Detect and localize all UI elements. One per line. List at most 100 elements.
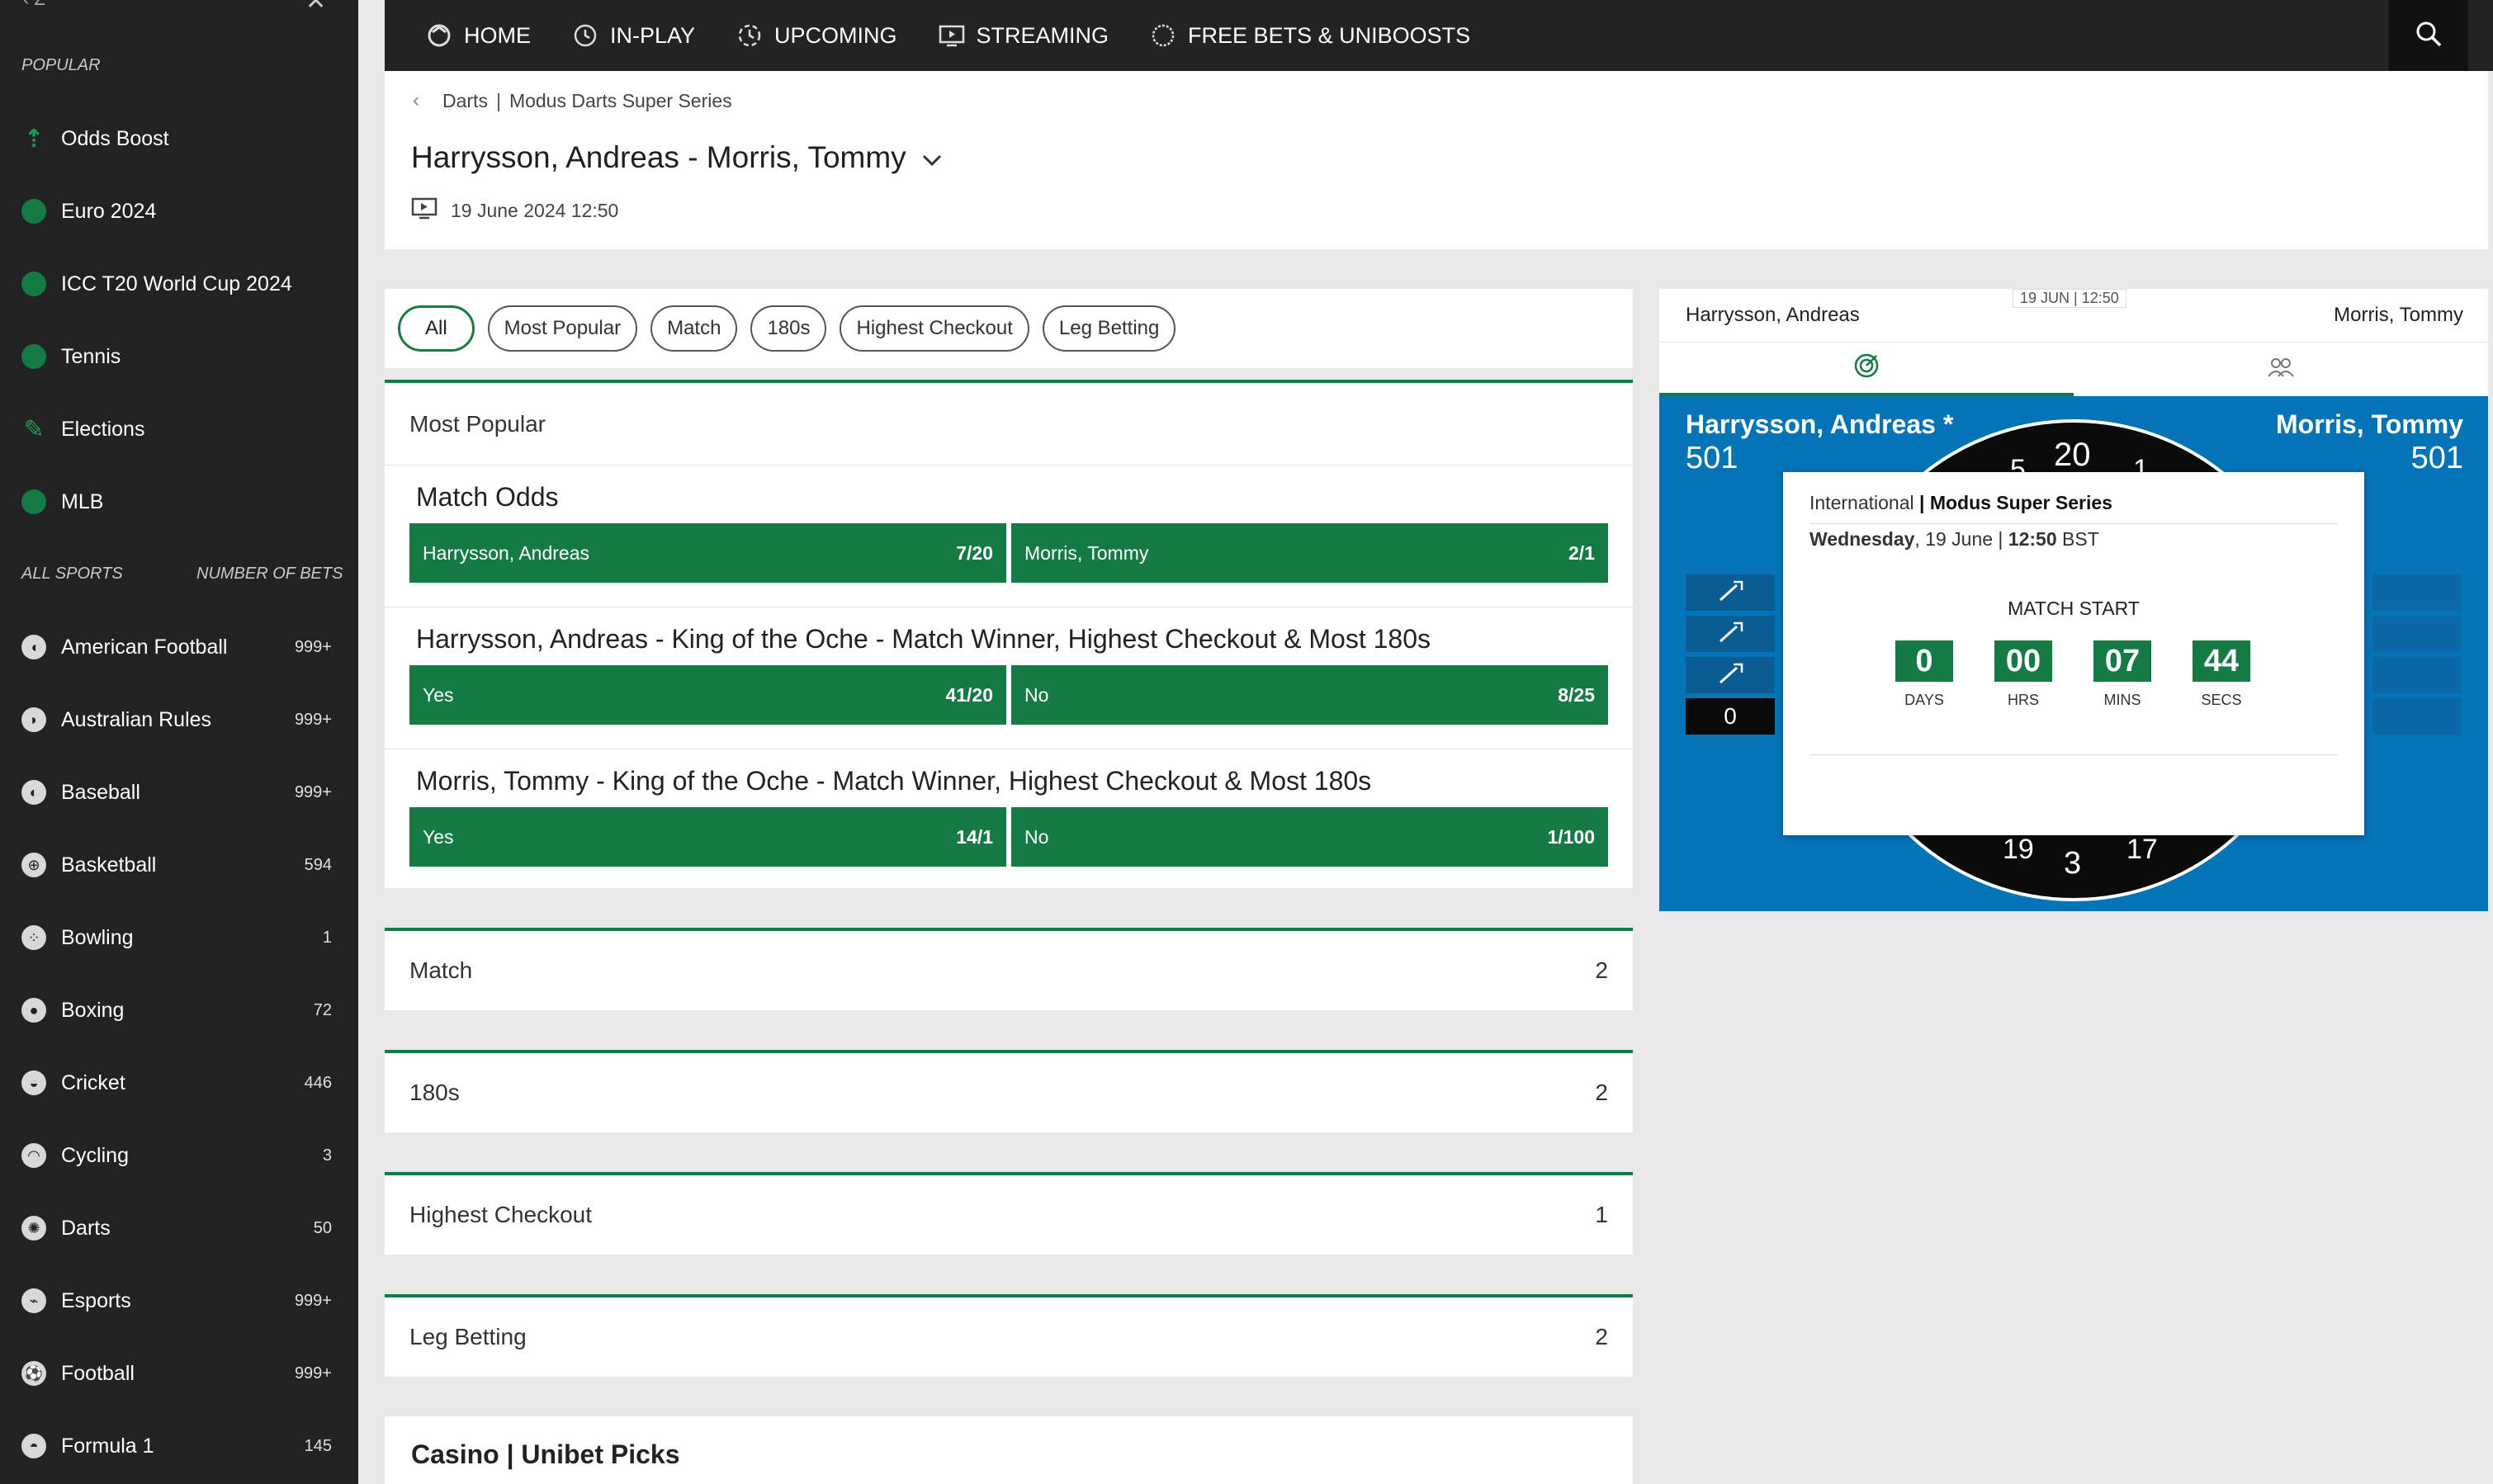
popular-heading: POPULAR	[21, 56, 101, 74]
search-icon	[2414, 19, 2443, 53]
sidebar-item-tennis[interactable]: Tennis	[0, 320, 358, 393]
dartboard-icon: ✺	[21, 1216, 46, 1241]
filter-leg-betting[interactable]: Leg Betting	[1042, 305, 1176, 352]
sidebar-item-esports[interactable]: ⌁ Esports 999+	[0, 1264, 358, 1337]
football-ball-icon: ⚽	[21, 1361, 46, 1386]
sidebar-item-australian-rules[interactable]: ◗ Australian Rules 999+	[0, 683, 358, 756]
odds-button[interactable]: Harrysson, Andreas 7/20	[409, 523, 1006, 583]
match-start-heading: MATCH START	[2008, 598, 2140, 619]
tab-head-to-head[interactable]	[2074, 343, 2488, 396]
match-date: 19 June 2024 12:50	[411, 196, 618, 224]
cricket-icon	[21, 272, 46, 296]
popular-list: ⇡ Odds Boost Euro 2024 ICC T20 World Cup…	[0, 102, 358, 538]
most-popular-heading[interactable]: Most Popular	[385, 383, 1633, 466]
all-sports-heading: ALL SPORTS	[21, 565, 123, 583]
sidebar-item-elections[interactable]: ✎ Elections	[0, 393, 358, 466]
streaming-icon	[939, 22, 965, 49]
sidebar-item-odds-boost[interactable]: ⇡ Odds Boost	[0, 102, 358, 175]
casino-picks-heading: Casino | Unibet Picks	[385, 1416, 1633, 1484]
nav-home[interactable]: HOME	[426, 22, 531, 49]
sidebar-item-basketball[interactable]: ⊕ Basketball 594	[0, 829, 358, 901]
gamepad-icon: ⌁	[21, 1288, 46, 1313]
breadcrumb: ‹ Darts | Modus Darts Super Series	[413, 89, 732, 112]
odds-button[interactable]: No 1/100	[1011, 807, 1608, 867]
sidebar-item-cycling[interactable]: ◠ Cycling 3	[0, 1119, 358, 1192]
countdown-datetime: Wednesday, 19 June | 12:50 BST	[1809, 528, 2099, 550]
tv-icon	[411, 196, 438, 224]
sidebar-item-bowling[interactable]: ⁘ Bowling 1	[0, 901, 358, 974]
dart-throw-slot	[1686, 657, 1775, 693]
dart-icon	[1715, 661, 1745, 690]
elections-icon: ✎	[23, 415, 45, 443]
filter-highest-checkout[interactable]: Highest Checkout	[840, 305, 1029, 352]
all-sports-list: ◖ American Football 999+ ◗ Australian Ru…	[0, 611, 358, 1482]
odds-button[interactable]: Yes 14/1	[409, 807, 1006, 867]
sidebar-item-baseball[interactable]: ◐ Baseball 999+	[0, 756, 358, 829]
match-selector[interactable]: Harrysson, Andreas - Morris, Tommy	[411, 140, 943, 175]
odds-button[interactable]: No 8/25	[1011, 665, 1608, 725]
baseball-icon: ◐	[21, 780, 46, 805]
most-popular-section: Most Popular Match Odds Harrysson, Andre…	[385, 380, 1633, 888]
home-icon	[426, 22, 452, 49]
divider	[1809, 523, 2338, 524]
players-icon	[2266, 355, 2296, 384]
nav-upcoming[interactable]: UPCOMING	[736, 22, 897, 49]
sidebar: ‹ Z ✕ POPULAR ⇡ Odds Boost Euro 2024 ICC…	[0, 0, 358, 1484]
countdown-minutes: 07 MINS	[2093, 640, 2151, 709]
chevron-down-icon	[921, 140, 943, 175]
clock-icon	[572, 22, 598, 49]
dart-throw-slot	[1686, 616, 1775, 652]
odds-boost-arrow-icon: ⇡	[23, 125, 45, 153]
nav-free-bets[interactable]: FREE BETS & UNIBOOSTS	[1150, 22, 1470, 49]
scoreboard-header: Harrysson, Andreas 19 JUN | 12:50 Morris…	[1659, 289, 2488, 396]
event-header: ‹ Darts | Modus Darts Super Series Harry…	[385, 71, 2488, 249]
sidebar-item-american-football[interactable]: ◖ American Football 999+	[0, 611, 358, 683]
sidebar-item-euro-2024[interactable]: Euro 2024	[0, 175, 358, 248]
tab-scoreboard[interactable]	[1659, 343, 2074, 396]
odds-button[interactable]: Morris, Tommy 2/1	[1011, 523, 1608, 583]
nav-in-play[interactable]: IN-PLAY	[572, 22, 695, 49]
dart-throw-slot	[1686, 574, 1775, 611]
breadcrumb-league[interactable]: Modus Darts Super Series	[509, 90, 732, 112]
right-throw-slot	[2372, 574, 2462, 611]
board-player-left-score: 501	[1686, 441, 1738, 475]
filter-most-popular[interactable]: Most Popular	[487, 305, 638, 352]
scoreboard-player-left: Harrysson, Andreas	[1686, 304, 1860, 326]
search-button[interactable]	[2389, 0, 2468, 71]
board-number: 20	[2054, 437, 2091, 473]
cricket-ball-icon: ◒	[21, 1070, 46, 1095]
market-title: Morris, Tommy - King of the Oche - Match…	[416, 766, 1372, 796]
sidebar-item-mlb[interactable]: MLB	[0, 466, 358, 538]
baseball-icon	[21, 489, 46, 514]
target-icon	[1852, 352, 1880, 384]
filter-180s[interactable]: 180s	[750, 305, 827, 352]
page-title: Harrysson, Andreas - Morris, Tommy	[411, 140, 906, 174]
bowling-icon: ⁘	[21, 925, 46, 950]
match-start-countdown: International | Modus Super Series Wedne…	[1783, 472, 2364, 835]
board-number: 19	[2003, 834, 2034, 865]
collapse-icon[interactable]: ✕	[305, 0, 326, 16]
back-chevron-icon[interactable]: ‹	[413, 89, 419, 112]
dart-icon	[1715, 620, 1745, 649]
divider	[1809, 754, 2338, 755]
breadcrumb-darts[interactable]: Darts	[442, 90, 488, 112]
nav-streaming[interactable]: STREAMING	[939, 22, 1109, 49]
odds-button[interactable]: Yes 41/20	[409, 665, 1006, 725]
market-king-of-oche-morris: Morris, Tommy - King of the Oche - Match…	[385, 749, 1633, 888]
market-group-180s[interactable]: 180s 2	[385, 1050, 1633, 1132]
sidebar-item-cricket[interactable]: ◒ Cricket 446	[0, 1047, 358, 1119]
sidebar-item-boxing[interactable]: ● Boxing 72	[0, 974, 358, 1047]
sidebar-item-formula-1[interactable]: ◓ Formula 1 145	[0, 1410, 358, 1482]
market-filters: All Most Popular Match 180s Highest Chec…	[385, 289, 1633, 368]
filter-match[interactable]: Match	[650, 305, 738, 352]
unibet-icon	[1150, 22, 1176, 49]
right-throw-slot	[2372, 657, 2462, 693]
sidebar-item-football[interactable]: ⚽ Football 999+	[0, 1337, 358, 1410]
filter-all[interactable]: All	[398, 305, 475, 352]
market-group-highest-checkout[interactable]: Highest Checkout 1	[385, 1172, 1633, 1255]
market-group-leg-betting[interactable]: Leg Betting 2	[385, 1294, 1633, 1377]
sidebar-item-icc-t20[interactable]: ICC T20 World Cup 2024	[0, 248, 358, 320]
scoreboard-player-right: Morris, Tommy	[2334, 304, 2463, 326]
sidebar-item-darts[interactable]: ✺ Darts 50	[0, 1192, 358, 1264]
market-group-match[interactable]: Match 2	[385, 928, 1633, 1010]
